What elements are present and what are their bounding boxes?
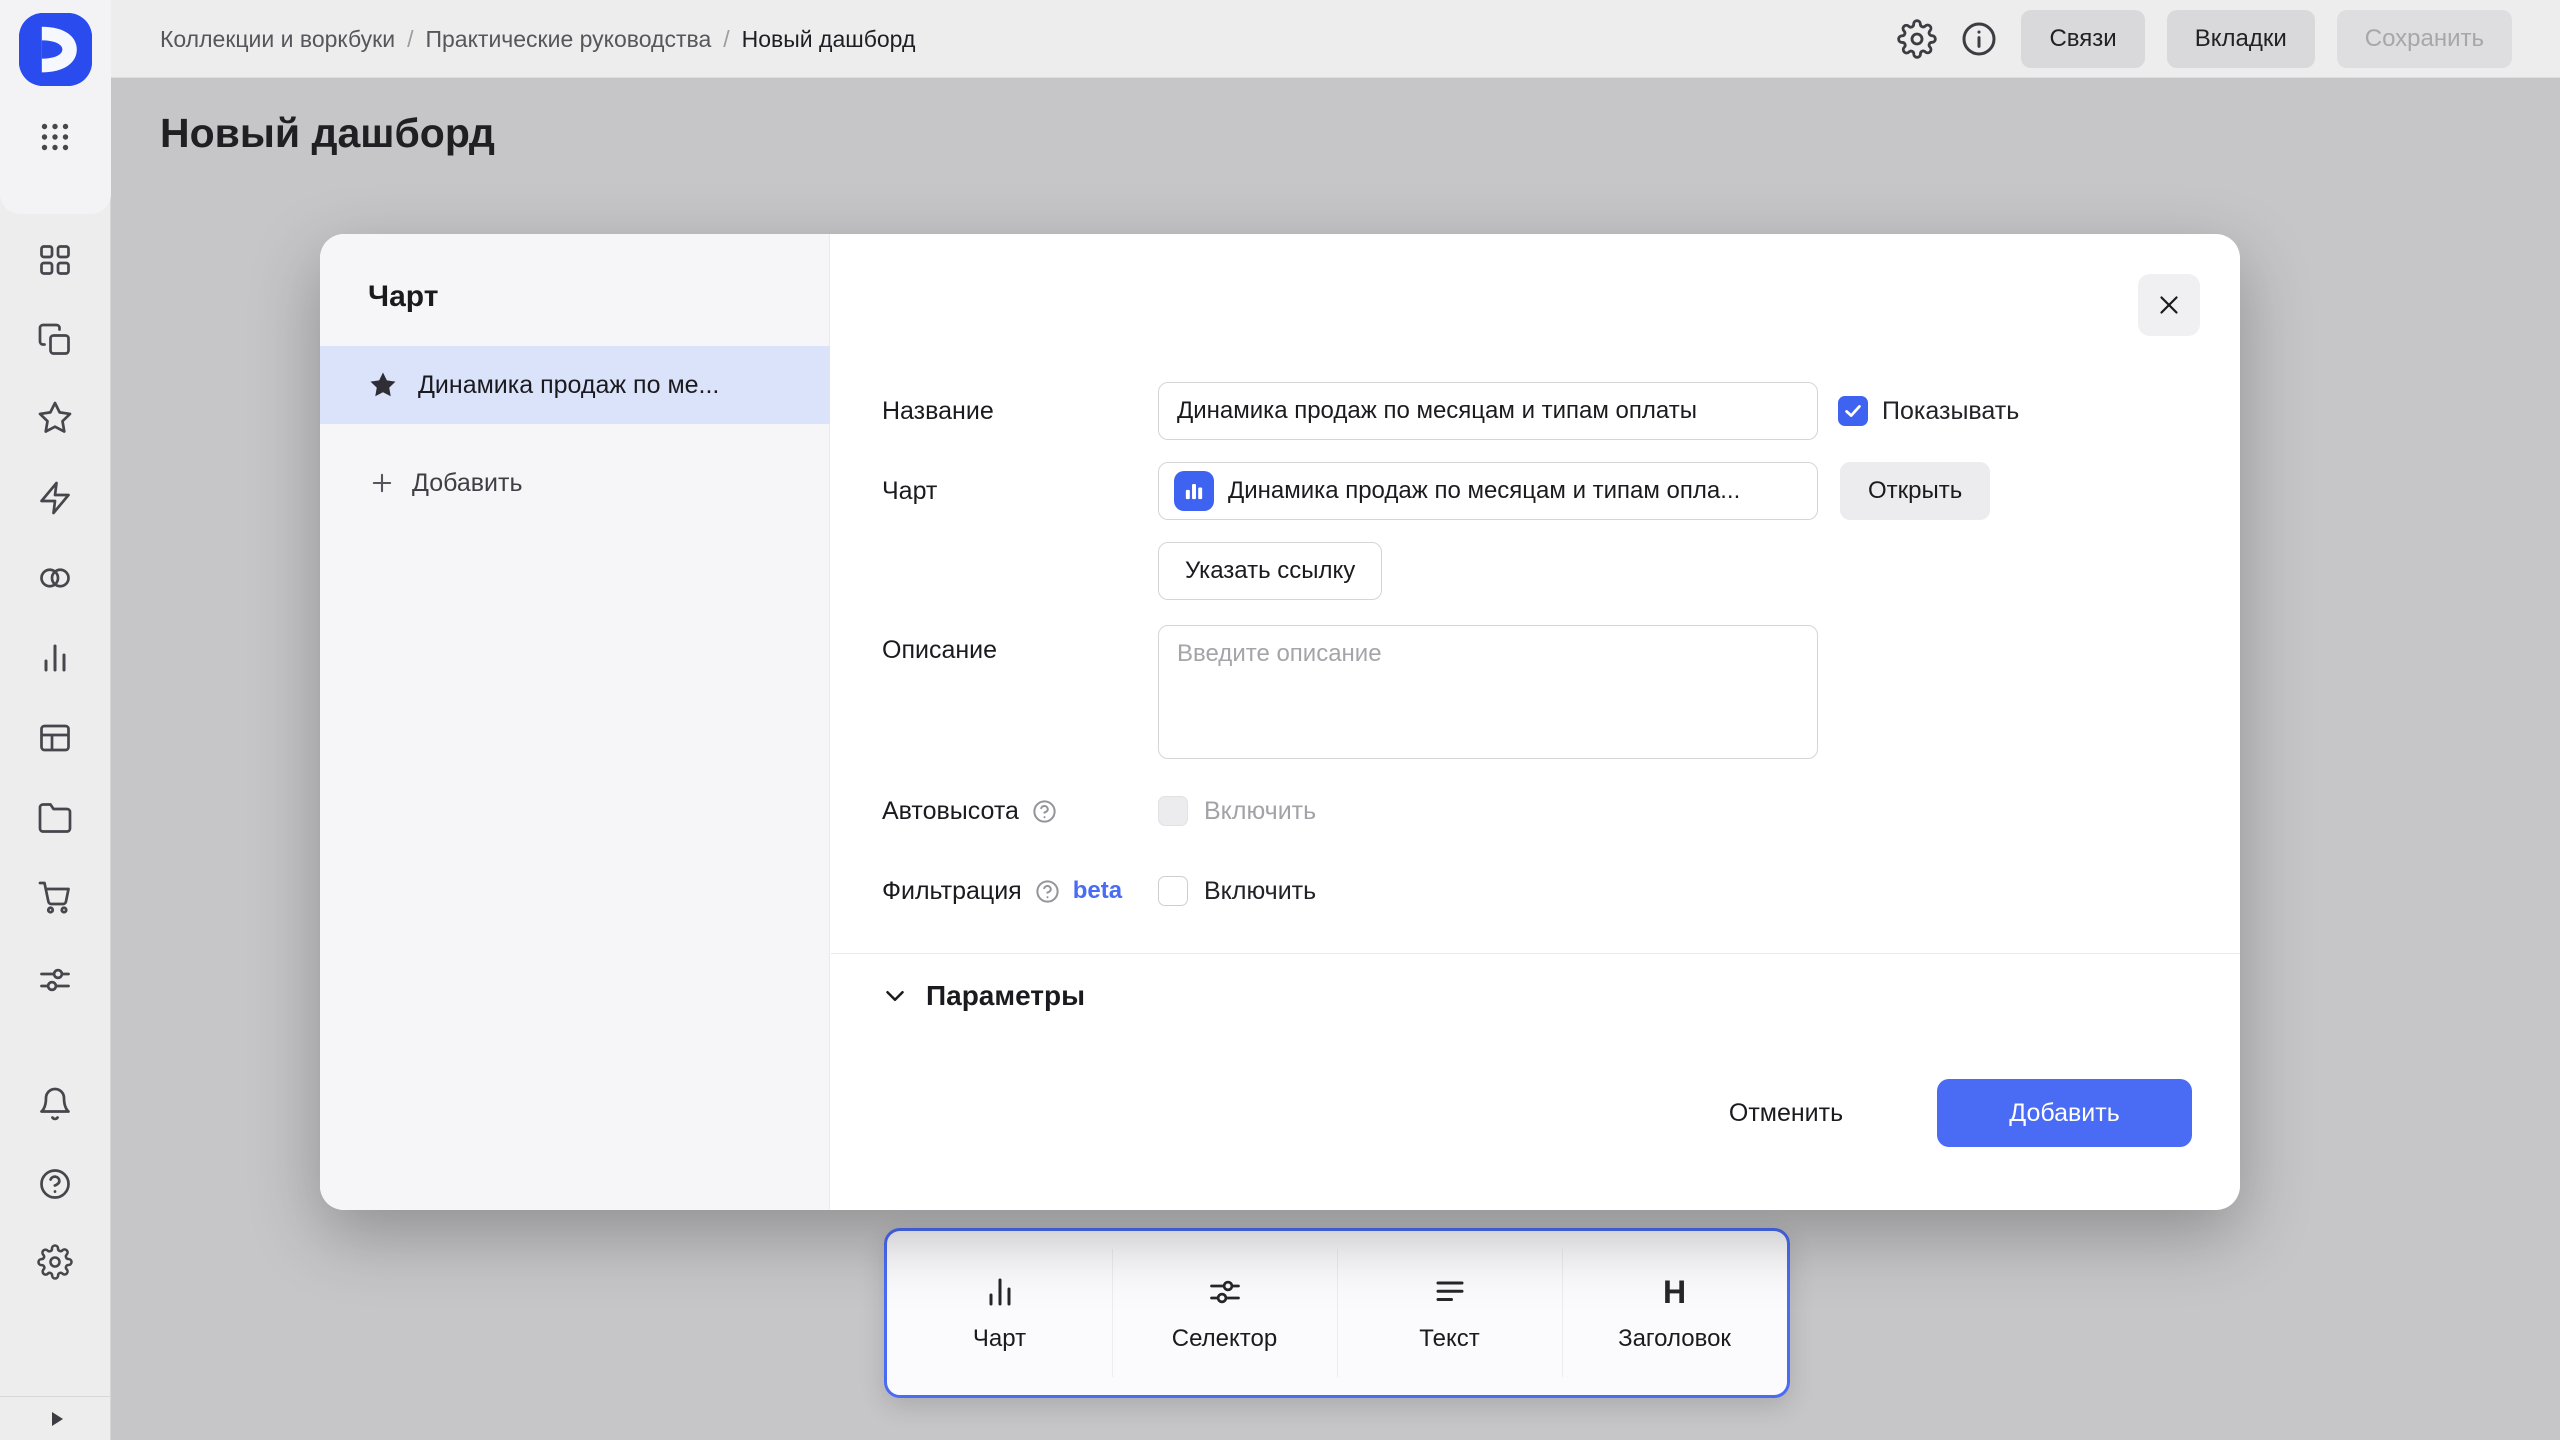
filtering-checkbox[interactable]	[1158, 876, 1188, 906]
toolbar-item-label: Текст	[1419, 1324, 1480, 1352]
show-checkbox[interactable]	[1838, 396, 1868, 426]
tabs-button[interactable]: Вкладки	[2166, 10, 2315, 68]
toolbar-item-text[interactable]: Текст	[1337, 1231, 1562, 1395]
add-item-button[interactable]: Добавить	[368, 460, 523, 506]
beta-badge: beta	[1072, 877, 1123, 904]
description-field-row: Описание	[882, 632, 997, 668]
datalens-logo[interactable]	[19, 13, 92, 86]
star-filled-icon	[368, 370, 398, 400]
top-header: Коллекции и воркбуки / Практические руко…	[0, 0, 2560, 78]
chart-chip-icon	[1174, 471, 1214, 511]
check-icon	[1842, 400, 1864, 422]
show-checkbox-label[interactable]: Показывать	[1882, 397, 2019, 426]
gear-icon[interactable]	[37, 1244, 73, 1280]
circles-icon[interactable]	[37, 560, 73, 596]
plus-icon	[368, 469, 396, 497]
close-button[interactable]	[2138, 274, 2200, 336]
page-title: Новый дашборд	[160, 110, 495, 156]
sidebar	[0, 0, 111, 1440]
bell-icon[interactable]	[37, 1086, 73, 1122]
autoheight-field-row: Автовысота	[882, 793, 1058, 829]
lightning-icon[interactable]	[37, 480, 73, 516]
widget-toolbar: Чарт Селектор Текст H Заголовок	[884, 1228, 1790, 1398]
chart-field-row: Чарт	[882, 473, 937, 509]
chart-item-label: Динамика продаж по ме...	[418, 370, 720, 399]
autoheight-label: Автовысота	[882, 796, 1019, 825]
cancel-button[interactable]: Отменить	[1686, 1079, 1886, 1147]
description-textarea[interactable]	[1158, 625, 1818, 759]
bar-chart-icon	[982, 1274, 1018, 1310]
toolbar-item-label: Заголовок	[1618, 1324, 1731, 1352]
breadcrumb-guides[interactable]: Практические руководства	[425, 26, 711, 53]
toolbar-item-selector[interactable]: Селектор	[1112, 1231, 1337, 1395]
four-squares-icon[interactable]	[37, 242, 73, 278]
dialog-sidebar: Чарт Динамика продаж по ме... Добавить	[320, 234, 830, 1210]
table-icon[interactable]	[37, 720, 73, 756]
close-icon	[2154, 290, 2184, 320]
filtering-field-row: Фильтрация beta	[882, 873, 1122, 909]
star-icon[interactable]	[37, 400, 73, 436]
chart-dialog: Чарт Динамика продаж по ме... Добавить Н…	[320, 234, 2240, 1210]
save-button[interactable]: Сохранить	[2336, 10, 2512, 68]
folder-icon[interactable]	[37, 800, 73, 836]
autoheight-help-icon[interactable]	[1031, 798, 1058, 825]
header-actions: Связи Вкладки Сохранить	[1897, 0, 2512, 78]
cart-icon[interactable]	[37, 880, 73, 916]
add-item-label: Добавить	[412, 468, 523, 497]
section-divider	[831, 953, 2240, 954]
add-button[interactable]: Добавить	[1937, 1079, 2192, 1147]
breadcrumb-collections[interactable]: Коллекции и воркбуки	[160, 26, 395, 53]
filtering-help-icon[interactable]	[1034, 878, 1061, 905]
name-input[interactable]	[1158, 382, 1818, 440]
sliders-icon[interactable]	[37, 962, 73, 998]
toolbar-item-label: Чарт	[972, 1324, 1027, 1352]
open-chart-button[interactable]: Открыть	[1840, 462, 1991, 520]
bar-chart-icon[interactable]	[37, 640, 73, 676]
expand-play-icon[interactable]	[44, 1407, 68, 1431]
chevron-down-icon	[880, 981, 910, 1011]
chart-label: Чарт	[882, 476, 938, 505]
autoheight-checkbox-label: Включить	[1204, 797, 1317, 825]
layers-icon[interactable]	[37, 322, 73, 358]
links-button[interactable]: Связи	[2021, 10, 2145, 68]
filtering-checkbox-label[interactable]: Включить	[1204, 877, 1316, 906]
params-section-label: Параметры	[926, 980, 1086, 1011]
heading-icon: H	[1662, 1273, 1687, 1310]
filtering-label: Фильтрация	[882, 876, 1022, 905]
specify-link-button[interactable]: Указать ссылку	[1158, 542, 1383, 600]
breadcrumb: Коллекции и воркбуки / Практические руко…	[160, 0, 915, 78]
toolbar-item-label: Селектор	[1171, 1324, 1278, 1352]
toolbar-item-heading[interactable]: H Заголовок	[1562, 1231, 1787, 1395]
info-icon[interactable]	[1959, 19, 1999, 59]
sidebar-collapse-strip	[0, 1396, 111, 1440]
toolbar-item-chart[interactable]: Чарт	[887, 1231, 1112, 1395]
settings-gear-icon[interactable]	[1897, 19, 1938, 59]
apps-grid-icon[interactable]	[37, 119, 73, 155]
help-circle-icon[interactable]	[37, 1166, 73, 1202]
breadcrumb-separator: /	[723, 25, 730, 52]
breadcrumb-current: Новый дашборд	[741, 25, 916, 52]
description-label: Описание	[882, 635, 998, 664]
dialog-title: Чарт	[368, 280, 439, 313]
breadcrumb-separator: /	[407, 25, 414, 52]
params-section-toggle[interactable]: Параметры	[880, 977, 1085, 1015]
autoheight-checkbox[interactable]	[1158, 796, 1188, 826]
app-root: Коллекции и воркбуки / Практические руко…	[0, 0, 2560, 1440]
name-label: Название	[882, 396, 994, 425]
chart-list-item-selected[interactable]: Динамика продаж по ме...	[320, 346, 830, 424]
chart-selector-chip[interactable]: Динамика продаж по месяцам и типам опла.…	[1158, 462, 1818, 520]
chart-chip-label: Динамика продаж по месяцам и типам опла.…	[1228, 477, 1741, 504]
name-field-row: Название	[882, 393, 994, 429]
sliders-icon	[1207, 1274, 1243, 1310]
text-lines-icon	[1432, 1274, 1468, 1310]
